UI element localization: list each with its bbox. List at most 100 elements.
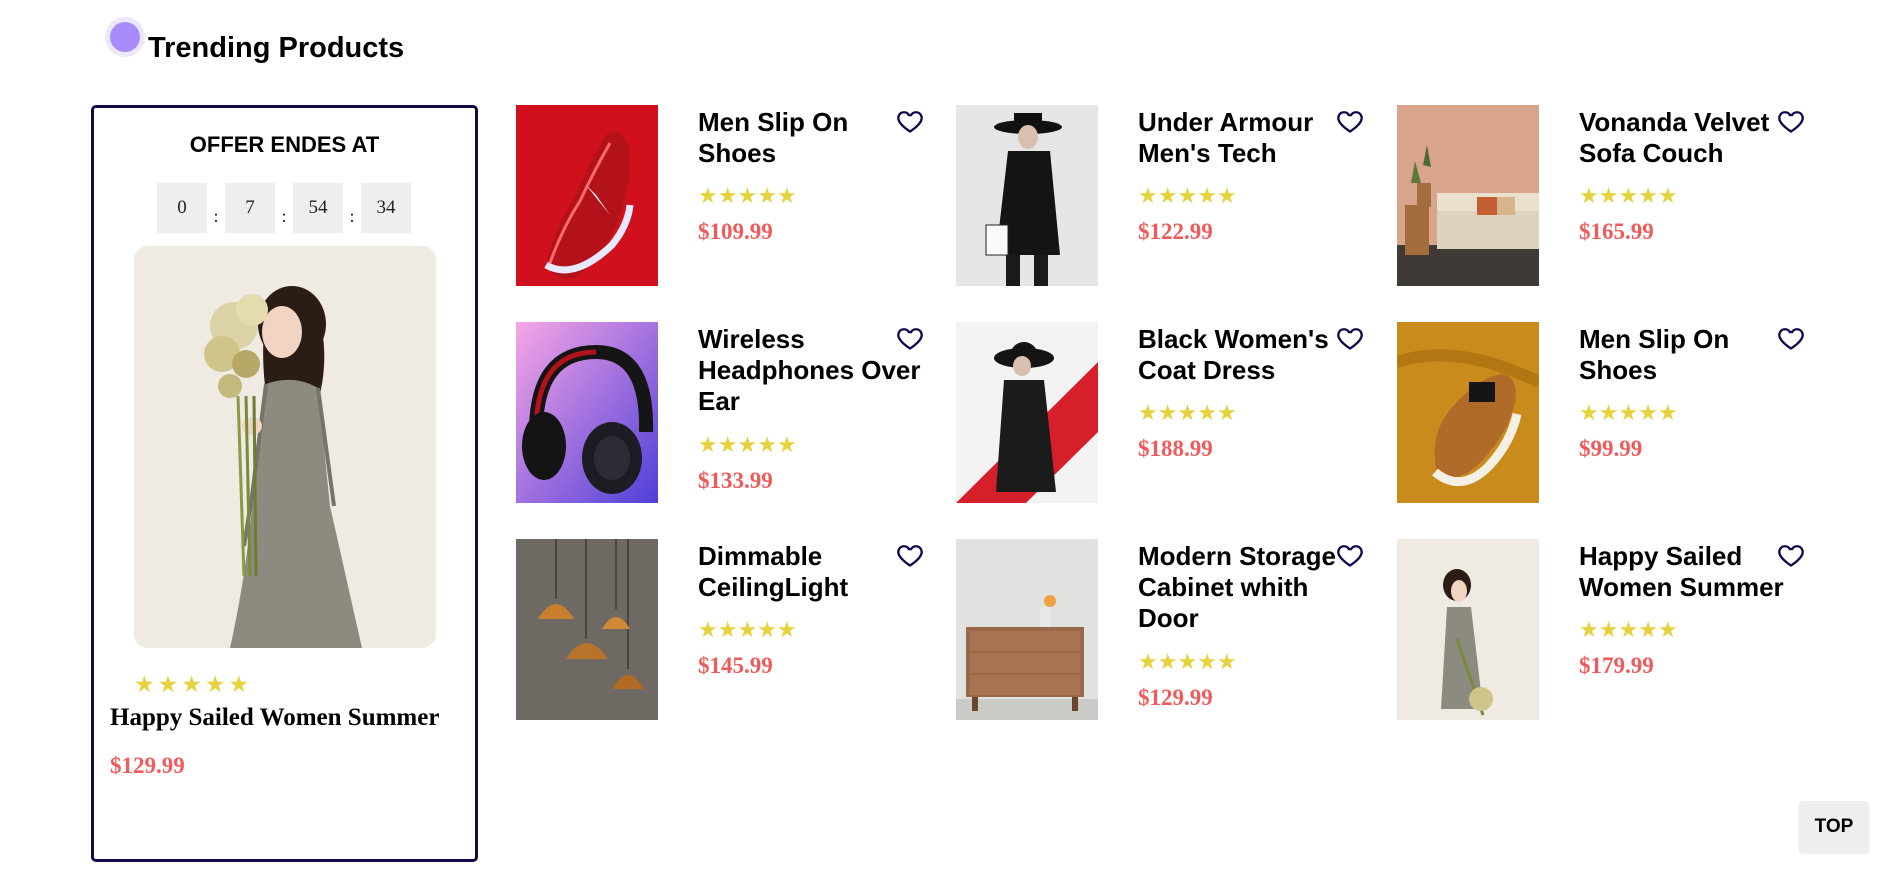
product-star-icon: ★ [1657,400,1678,425]
product-star-icon: ★ [1638,183,1658,208]
product-image[interactable] [956,539,1098,720]
countdown-separator: : [281,205,287,226]
product-star-icon: ★ [1579,617,1599,642]
section-title: Trending Products [148,32,405,64]
product-star-icon: ★ [1177,183,1198,208]
product-price: $145.99 [698,653,773,678]
offer-heading: OFFER ENDES AT [189,132,380,157]
product-image[interactable] [956,105,1098,286]
product-card[interactable]: Men Slip On Shoes ★ ★ ★ ★ ★ $99.99 [1397,322,1817,507]
product-name[interactable]: Under Armour Men's Tech [1138,107,1366,169]
product-card[interactable]: Wireless Headphones Over Ear ★ ★ ★ ★ ★ $133.99 [516,322,936,507]
back-to-top-button[interactable]: TOP [1799,801,1869,853]
product-star-icon: ★ [698,617,718,642]
product-name[interactable]: Modern Storage Cabinet whith Door [1138,541,1366,634]
product-star-icon: ★ [1638,400,1658,425]
wishlist-heart-icon[interactable] [1777,324,1805,352]
product-star-icon: ★ [776,183,797,208]
product-card[interactable]: Vonanda Velvet Sofa Couch ★ ★ ★ ★ ★ $165.99 [1397,105,1817,290]
product-star-icon: ★ [1618,400,1639,425]
wishlist-heart-icon[interactable] [1336,324,1364,352]
offer-product-image[interactable] [134,246,436,648]
product-rating: ★ ★ ★ ★ ★ [1138,183,1237,209]
product-card[interactable]: Under Armour Men's Tech ★ ★ ★ ★ ★ $122.99 [956,105,1376,290]
product-card[interactable]: Men Slip On Shoes ★ ★ ★ ★ ★ $109.99 [516,105,936,290]
product-star-icon: ★ [1598,617,1619,642]
offer-star-icon: ★ [204,671,226,697]
product-star-icon: ★ [1177,400,1198,425]
offer-star-icon: ★ [157,671,179,697]
section-dot-icon [110,21,140,52]
product-star-icon: ★ [717,432,738,457]
wishlist-heart-icon[interactable] [1336,541,1364,569]
product-name[interactable]: Black Women's Coat Dress [1138,324,1366,386]
product-star-icon: ★ [737,617,758,642]
product-star-icon: ★ [1618,183,1639,208]
product-price: $133.99 [698,468,773,493]
product-card[interactable]: Black Women's Coat Dress ★ ★ ★ ★ ★ $188.99 [956,322,1376,507]
product-star-icon: ★ [1598,183,1619,208]
product-name[interactable]: Dimmable CeilingLight [698,541,926,603]
product-star-icon: ★ [698,183,718,208]
product-star-icon: ★ [1138,649,1158,674]
countdown-separator: : [213,205,219,226]
product-star-icon: ★ [1157,400,1178,425]
wishlist-heart-icon[interactable] [896,324,924,352]
product-card[interactable]: Modern Storage Cabinet whith Door ★ ★ ★ ★ ★ $1… [956,539,1376,724]
product-star-icon: ★ [776,432,797,457]
product-star-icon: ★ [737,183,758,208]
countdown-separator: : [349,205,355,226]
product-image[interactable] [956,322,1098,503]
product-name[interactable]: Happy Sailed Women Summer [1579,541,1807,603]
product-rating: ★ ★ ★ ★ ★ [1579,400,1678,426]
product-star-icon: ★ [1579,400,1599,425]
product-star-icon: ★ [717,617,738,642]
product-rating: ★ ★ ★ ★ ★ [698,432,797,458]
countdown-hours: 7 [225,183,275,233]
section-header: Trending Products [110,21,404,64]
product-image[interactable] [516,322,658,503]
product-price: $179.99 [1579,653,1654,678]
wishlist-heart-icon[interactable] [896,541,924,569]
product-name[interactable]: Men Slip On Shoes [1579,324,1807,386]
product-name[interactable]: Men Slip On Shoes [698,107,926,169]
countdown-timer: 0 : 7 : 54 : 34 [157,183,411,233]
wishlist-heart-icon[interactable] [896,107,924,135]
product-star-icon: ★ [1197,649,1217,674]
product-star-icon: ★ [1197,400,1217,425]
product-star-icon: ★ [1657,183,1678,208]
product-star-icon: ★ [1138,400,1158,425]
product-star-icon: ★ [1157,649,1178,674]
wishlist-heart-icon[interactable] [1777,541,1805,569]
product-star-icon: ★ [698,432,718,457]
product-star-icon: ★ [1197,183,1217,208]
product-image[interactable] [1397,322,1539,503]
offer-product-name[interactable]: Happy Sailed Women Summer [110,704,439,732]
product-price: $122.99 [1138,219,1213,244]
product-rating: ★ ★ ★ ★ ★ [1138,649,1237,675]
product-price: $109.99 [698,219,773,244]
offer-card[interactable]: OFFER ENDES AT 0 : 7 : 54 : 34 ★ ★ ★ ★ ★… [91,105,478,862]
product-image[interactable] [1397,539,1539,720]
product-card[interactable]: Happy Sailed Women Summer ★ ★ ★ ★ ★ $179.99 [1397,539,1817,724]
product-image[interactable] [516,539,658,720]
wishlist-heart-icon[interactable] [1336,107,1364,135]
product-name[interactable]: Wireless Headphones Over Ear [698,324,926,417]
product-price: $165.99 [1579,219,1654,244]
product-star-icon: ★ [1138,183,1158,208]
product-rating: ★ ★ ★ ★ ★ [1138,400,1237,426]
product-star-icon: ★ [1618,617,1639,642]
product-star-icon: ★ [757,183,777,208]
product-rating: ★ ★ ★ ★ ★ [1579,617,1678,643]
product-card[interactable]: Dimmable CeilingLight ★ ★ ★ ★ ★ $145.99 [516,539,936,724]
product-star-icon: ★ [776,617,797,642]
offer-product-price: $129.99 [110,753,185,778]
product-star-icon: ★ [757,432,777,457]
offer-star-icon: ★ [134,671,155,697]
product-price: $188.99 [1138,436,1213,461]
product-image[interactable] [1397,105,1539,286]
product-name[interactable]: Vonanda Velvet Sofa Couch [1579,107,1807,169]
product-star-icon: ★ [1216,400,1237,425]
wishlist-heart-icon[interactable] [1777,107,1805,135]
product-image[interactable] [516,105,658,286]
